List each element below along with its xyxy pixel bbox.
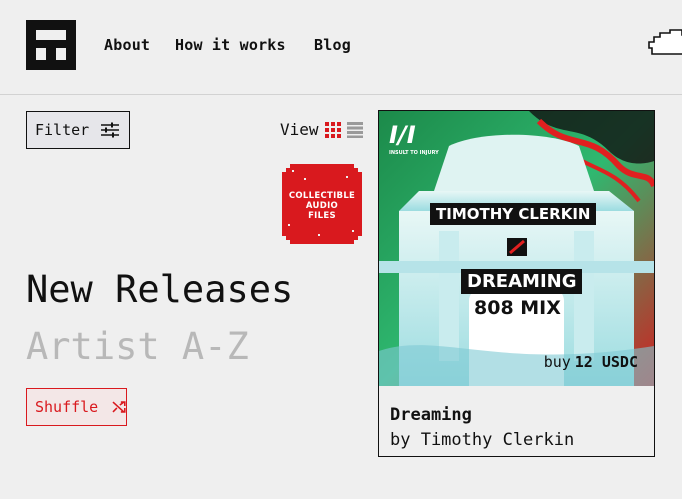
nav-blog-link[interactable]: Blog (314, 36, 351, 54)
release-card[interactable]: I/I INSULT TO INJURY TIMOTHY CLERKIN DRE… (378, 110, 655, 457)
sort-new-releases[interactable]: New Releases (26, 268, 293, 311)
nav-how-it-works-link[interactable]: How it works (175, 36, 286, 54)
badge-text: COLLECTIBLE AUDIO FILES (282, 191, 362, 221)
price-value: 12 USDC (574, 353, 638, 371)
buy-label: buy (543, 353, 571, 371)
cloud-icon[interactable] (648, 26, 682, 60)
site-header: About How it works Blog (0, 0, 682, 95)
badge-line: FILES (308, 211, 336, 221)
view-label: View (280, 120, 319, 139)
shuffle-button[interactable]: Shuffle (26, 388, 127, 426)
filter-label: Filter (35, 121, 90, 139)
art-track-subtitle: 808 MIX (474, 297, 561, 319)
track-artist[interactable]: by Timothy Clerkin (390, 430, 574, 450)
art-label-name: INSULT TO INJURY (389, 150, 439, 156)
album-artwork[interactable]: I/I INSULT TO INJURY TIMOTHY CLERKIN DRE… (379, 111, 654, 386)
list-view-icon[interactable] (346, 121, 363, 138)
site-logo[interactable] (26, 20, 76, 70)
badge-line: COLLECTIBLE (288, 191, 356, 201)
filter-button[interactable]: Filter (26, 111, 130, 149)
grid-view-icon[interactable] (324, 121, 341, 138)
art-artist-name: TIMOTHY CLERKIN (430, 203, 597, 225)
sliders-icon (101, 122, 120, 138)
badge-line: AUDIO (305, 201, 339, 211)
track-title[interactable]: Dreaming (390, 405, 472, 425)
art-label-logo: I/I (389, 121, 416, 149)
sort-artist-az[interactable]: Artist A-Z (26, 325, 249, 368)
art-track-title: DREAMING (461, 269, 583, 294)
shuffle-icon (112, 401, 126, 413)
buy-price[interactable]: buy 12 USDC (544, 353, 638, 371)
nav-about-link[interactable]: About (104, 36, 150, 54)
view-toggle: View (280, 120, 363, 139)
shuffle-label: Shuffle (35, 398, 99, 416)
